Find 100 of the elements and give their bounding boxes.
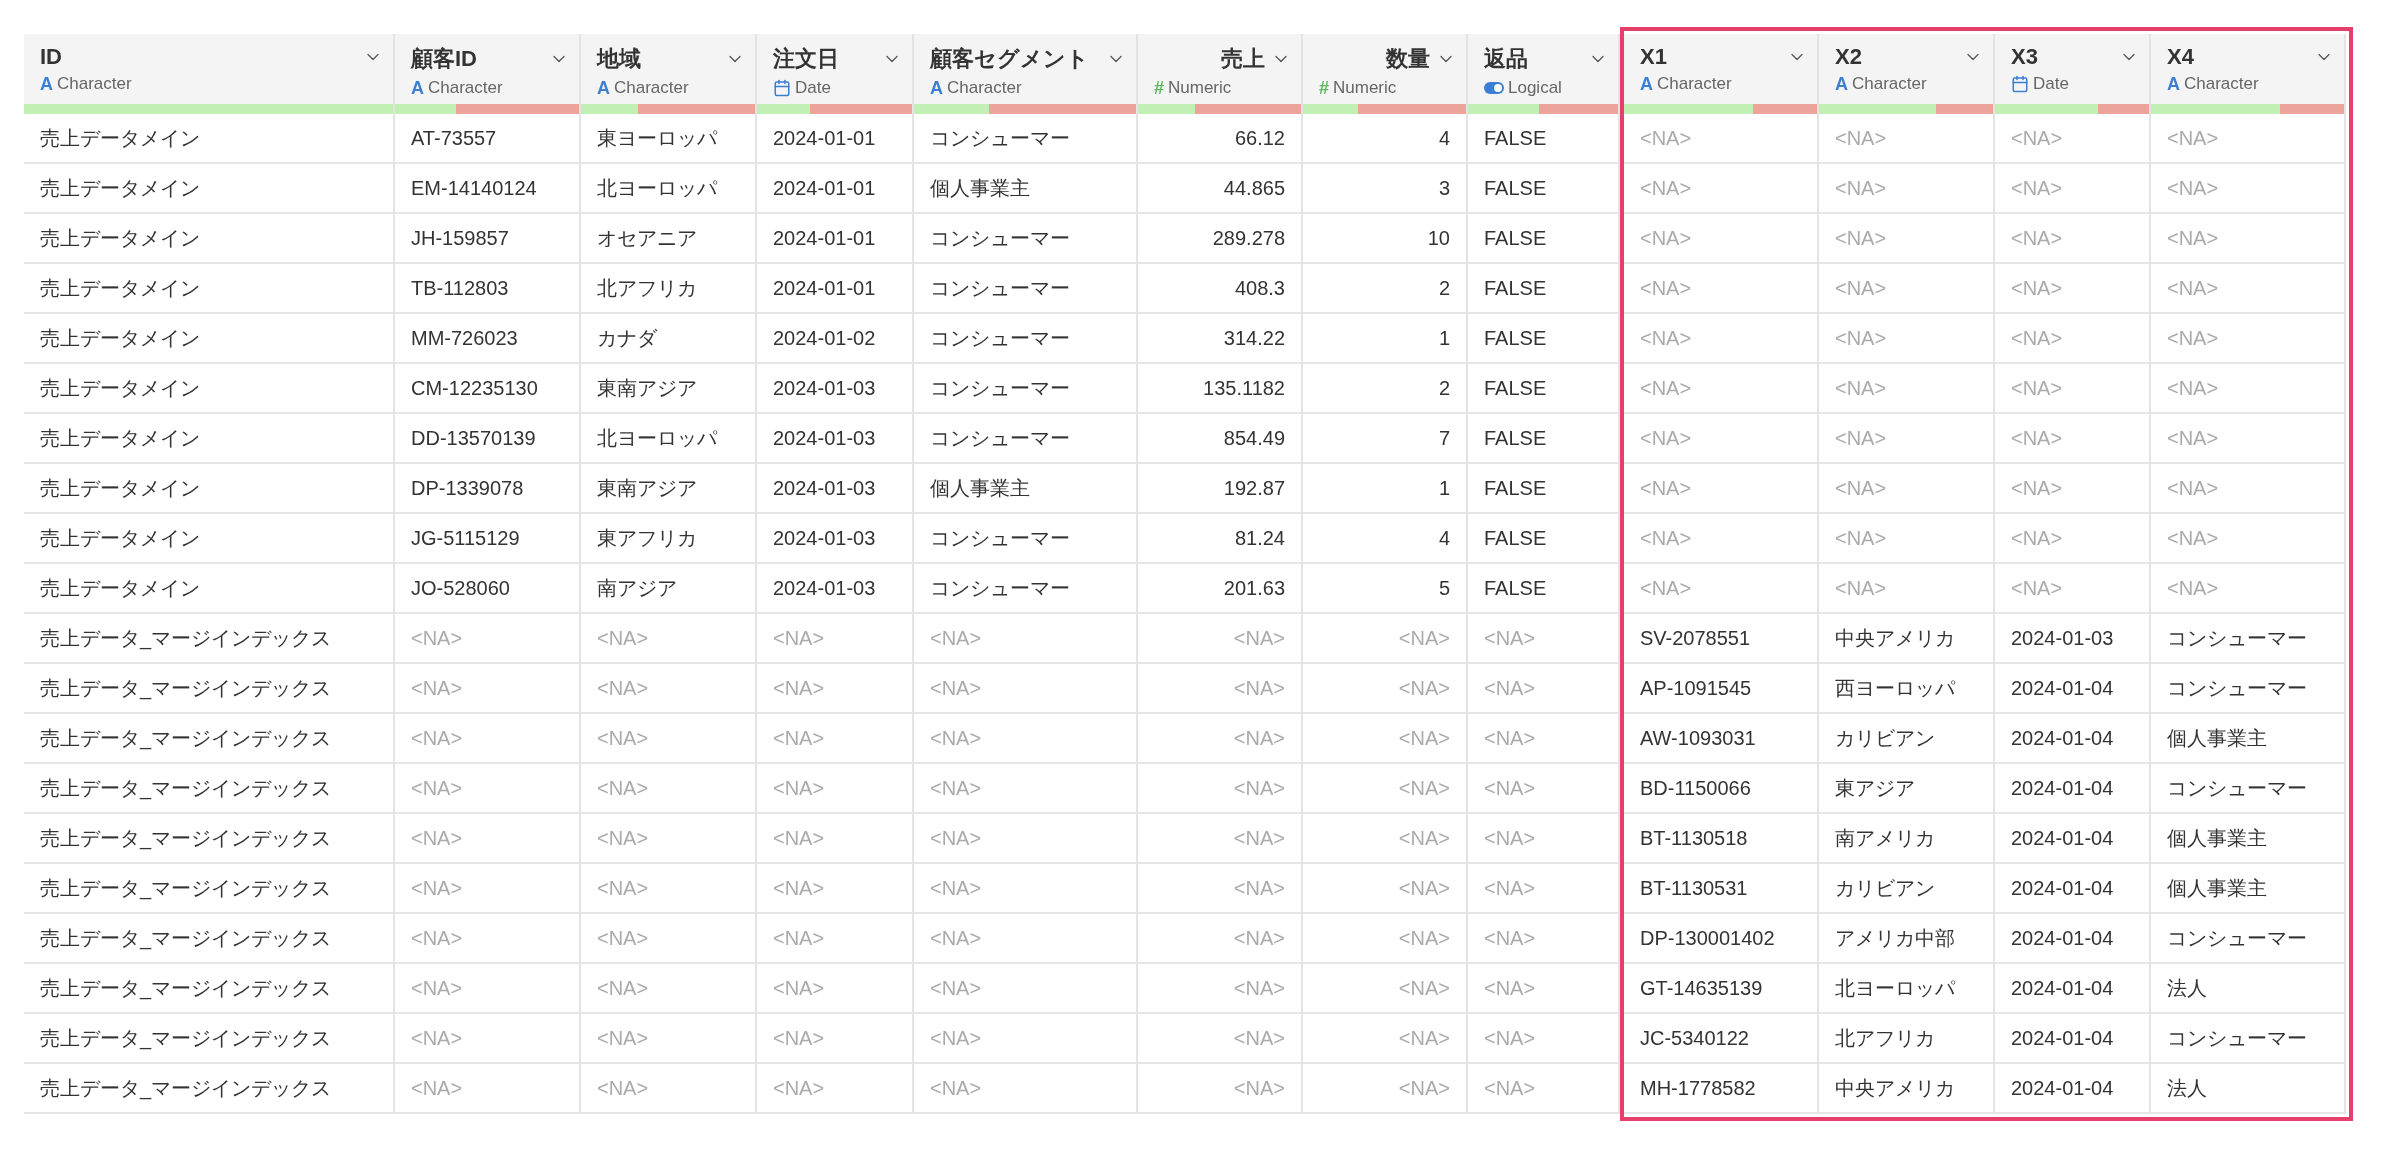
table-cell: <NA> [914,614,1136,664]
table-cell: <NA> [1995,464,2149,514]
table-cell: <NA> [1624,114,1817,164]
column-header[interactable]: ID A Character [24,34,393,114]
table-cell: MM-726023 [395,314,579,364]
table-cell: <NA> [1303,664,1466,714]
table-cell: <NA> [1995,214,2149,264]
table-cell: JH-159857 [395,214,579,264]
table-cell: <NA> [395,664,579,714]
table-cell: 東アジア [1819,764,1993,814]
column-type: Logical [1508,78,1562,98]
table-cell: コンシューマー [2151,914,2344,964]
table-cell: <NA> [1138,1064,1301,1114]
table-cell: コンシューマー [914,364,1136,414]
table-cell: <NA> [2151,514,2344,564]
table-cell: 北ヨーロッパ [1819,964,1993,1014]
table-cell: <NA> [1624,214,1817,264]
table-cell: コンシューマー [2151,1014,2344,1064]
table-cell: 66.12 [1138,114,1301,164]
table-cell: 売上データ_マージインデックス [24,1014,393,1064]
column-type: Character [1657,74,1732,94]
table-cell: 売上データメイン [24,264,393,314]
table-cell: 2024-01-04 [1995,714,2149,764]
table-cell: <NA> [757,914,912,964]
table-cell: <NA> [2151,214,2344,264]
column-header[interactable]: 顧客セグメント A Character [914,34,1136,114]
table-cell: 東南アジア [581,464,755,514]
table-cell: 2024-01-03 [757,364,912,414]
table-cell: 2024-01-04 [1995,664,2149,714]
table-cell: 個人事業主 [2151,864,2344,914]
table-cell: <NA> [2151,114,2344,164]
type-letter-icon: A [40,73,53,95]
table-cell: <NA> [1138,664,1301,714]
table-cell: <NA> [1995,364,2149,414]
table-cell: <NA> [1468,964,1618,1014]
column-header[interactable]: 注文日 Date [757,34,912,114]
table-cell: DD-13570139 [395,414,579,464]
table-cell: 4 [1303,514,1466,564]
table-cell: <NA> [581,1014,755,1064]
table-cell: <NA> [581,864,755,914]
table-cell: コンシューマー [914,564,1136,614]
table-cell: DP-1339078 [395,464,579,514]
table-cell: 2024-01-03 [757,564,912,614]
column-header[interactable]: 返品 Logical [1468,34,1618,114]
table-cell: AT-73557 [395,114,579,164]
table-cell: <NA> [1303,814,1466,864]
calendar-icon [2011,75,2029,93]
column-header[interactable]: 顧客ID A Character [395,34,579,114]
column-name: X2 [1835,44,1862,70]
column-header[interactable]: X2 A Character [1819,34,1993,114]
table-cell: FALSE [1468,564,1618,614]
table-cell: <NA> [1819,364,1993,414]
table-cell: 売上データメイン [24,114,393,164]
column-type: Date [795,78,831,98]
table-cell: コンシューマー [2151,664,2344,714]
table-cell: <NA> [1624,314,1817,364]
column-header[interactable]: X4 A Character [2151,34,2344,114]
table-cell: <NA> [757,864,912,914]
table-cell: カリビアン [1819,864,1993,914]
table-cell: <NA> [395,1064,579,1114]
table-cell: JC-5340122 [1624,1014,1817,1064]
table-cell: 2024-01-04 [1995,964,2149,1014]
table-cell: コンシューマー [914,414,1136,464]
table-cell: FALSE [1468,414,1618,464]
table-cell: 個人事業主 [914,164,1136,214]
table-cell: <NA> [1138,914,1301,964]
column-name: 売上 [1221,45,1265,73]
table-cell: <NA> [914,714,1136,764]
table-cell: 2024-01-04 [1995,864,2149,914]
table-cell: 売上データメイン [24,364,393,414]
table-cell: 2 [1303,264,1466,314]
column-type: Character [57,74,132,94]
table-cell: <NA> [1468,814,1618,864]
table-cell: <NA> [1468,764,1618,814]
table-cell: BD-1150066 [1624,764,1817,814]
table-cell: <NA> [1624,364,1817,414]
table-cell: FALSE [1468,514,1618,564]
table-cell: 売上データメイン [24,164,393,214]
table-cell: <NA> [914,1064,1136,1114]
table-cell: <NA> [757,964,912,1014]
table-cell: 売上データメイン [24,464,393,514]
table-cell: BT-1130531 [1624,864,1817,914]
table-cell: <NA> [1995,514,2149,564]
table-cell: 2 [1303,364,1466,414]
column-header[interactable]: 地域 A Character [581,34,755,114]
table-cell: <NA> [1303,714,1466,764]
table-cell: 44.865 [1138,164,1301,214]
table-cell: 1 [1303,314,1466,364]
table-cell: <NA> [1468,614,1618,664]
table-cell: <NA> [395,1014,579,1064]
table-cell: DP-130001402 [1624,914,1817,964]
column-header[interactable]: 数量 # Numeric [1303,34,1466,114]
table-cell: FALSE [1468,214,1618,264]
column-name: X4 [2167,44,2194,70]
table-cell: <NA> [757,664,912,714]
column-header[interactable]: 売上 # Numeric [1138,34,1301,114]
column-header[interactable]: X1 A Character [1624,34,1817,114]
table-cell: 売上データ_マージインデックス [24,614,393,664]
column-header[interactable]: X3 Date [1995,34,2149,114]
column-name: X1 [1640,44,1667,70]
